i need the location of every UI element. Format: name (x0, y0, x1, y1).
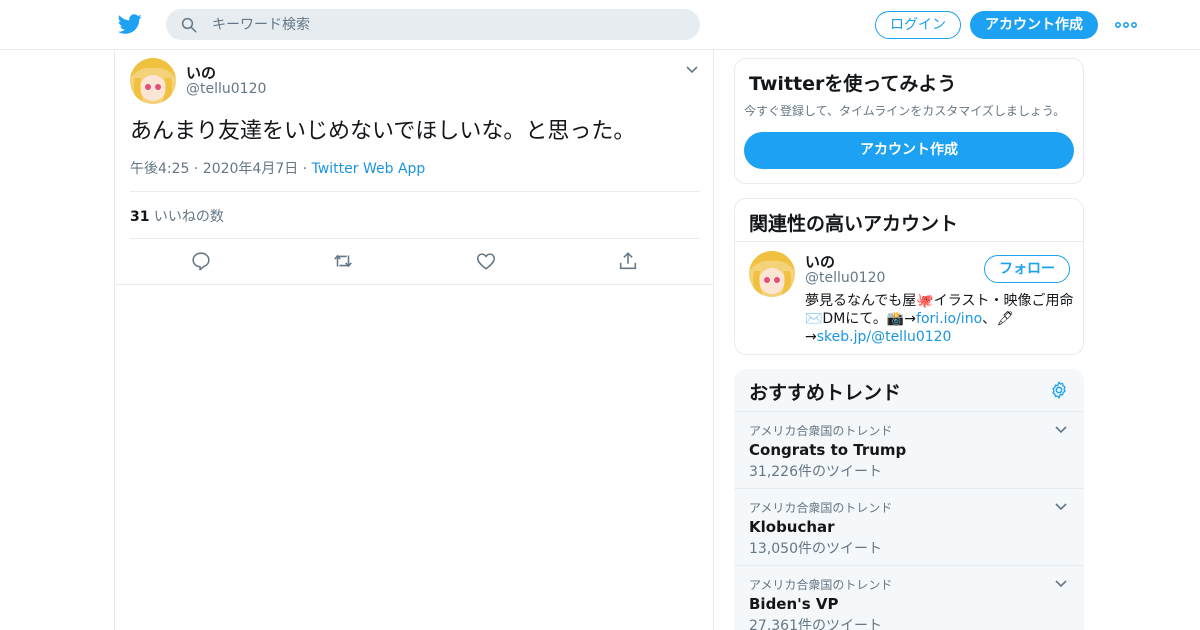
related-account-bio: 夢見るなんでも屋🐙イラスト・映像ご用命✉️DMにて。📸→fori.io/ino、… (805, 293, 1074, 345)
tweet-text: あんまり友達をいじめないでほしいな。と思った。 (130, 119, 636, 144)
chevron-down-icon[interactable] (685, 63, 699, 75)
follow-button[interactable]: フォロー (984, 255, 1070, 283)
tweet-metadata: 午後4:25 · 2020年4月7日 · Twitter Web App (130, 158, 425, 178)
share-icon[interactable] (617, 250, 639, 272)
likes-count[interactable]: 31 いいねの数 (130, 206, 224, 226)
trend-name[interactable]: Congrats to Trump (749, 441, 906, 459)
reply-icon[interactable] (190, 250, 212, 272)
signup-card: Twitterを使ってみよう 今すぐ登録して、タイムラインをカスタマイズしましょ… (734, 58, 1084, 184)
tweet-author-handle[interactable]: @tellu0120 (186, 81, 266, 97)
chevron-down-icon[interactable] (1054, 501, 1068, 511)
tweet-timestamp[interactable]: 午後4:25 · 2020年4月7日 · (130, 161, 312, 177)
retweet-icon[interactable] (332, 250, 354, 272)
related-accounts-card: 関連性の高いアカウント いの @tellu0120 フォロー 夢見るなんでも屋🐙… (734, 198, 1084, 355)
signup-card-description: 今すぐ登録して、タイムラインをカスタマイズしましょう。 (744, 104, 1066, 118)
related-accounts-title: 関連性の高いアカウント (749, 213, 959, 235)
tweet-detail-column: いの @tellu0120 あんまり友達をいじめないでほしいな。と思った。 午後… (114, 50, 714, 630)
trends-card: おすすめトレンド アメリカ合衆国のトレンド Congrats to Trump … (734, 369, 1084, 630)
divider (735, 241, 1083, 242)
tweet-author-name[interactable]: いの (186, 62, 216, 83)
bio-link[interactable]: skeb.jp/@tellu0120 (817, 329, 952, 345)
search-bar[interactable] (166, 9, 700, 40)
divider (130, 238, 700, 239)
trend-tweet-count: 13,050件のツイート (749, 541, 882, 557)
trend-name[interactable]: Biden's VP (749, 595, 839, 613)
related-account-name[interactable]: いの (805, 251, 835, 272)
twitter-bird-icon[interactable] (117, 12, 143, 36)
more-options-icon[interactable] (1114, 17, 1138, 33)
bio-link[interactable]: fori.io/ino (916, 311, 982, 327)
trends-title: おすすめトレンド (749, 382, 902, 404)
trend-context: アメリカ合衆国のトレンド (749, 424, 893, 438)
trend-context: アメリカ合衆国のトレンド (749, 578, 893, 592)
divider (115, 284, 713, 285)
trend-tweet-count: 31,226件のツイート (749, 464, 882, 480)
login-button[interactable]: ログイン (875, 11, 961, 39)
related-account-handle[interactable]: @tellu0120 (805, 270, 885, 286)
trend-item[interactable]: アメリカ合衆国のトレンド Biden's VP 27,361件のツイート (734, 565, 1084, 630)
avatar[interactable] (749, 251, 795, 297)
signup-card-title: Twitterを使ってみよう (749, 73, 957, 95)
create-account-button[interactable]: アカウント作成 (744, 132, 1074, 169)
trend-item[interactable]: アメリカ合衆国のトレンド Congrats to Trump 31,226件のツ… (734, 411, 1084, 488)
trend-tweet-count: 27,361件のツイート (749, 618, 882, 630)
chevron-down-icon[interactable] (1054, 578, 1068, 588)
avatar[interactable] (130, 58, 176, 104)
chevron-down-icon[interactable] (1054, 424, 1068, 434)
trend-item[interactable]: アメリカ合衆国のトレンド Klobuchar 13,050件のツイート (734, 488, 1084, 565)
gear-icon[interactable] (1049, 380, 1069, 400)
signup-button[interactable]: アカウント作成 (970, 11, 1098, 39)
search-icon (181, 17, 197, 33)
search-input[interactable] (212, 13, 682, 36)
like-heart-icon[interactable] (475, 250, 497, 272)
top-navigation-bar: ログイン アカウント作成 (0, 0, 1200, 50)
trend-name[interactable]: Klobuchar (749, 518, 835, 536)
tweet-source-link[interactable]: Twitter Web App (312, 161, 426, 177)
divider (130, 191, 700, 192)
trend-context: アメリカ合衆国のトレンド (749, 501, 893, 515)
